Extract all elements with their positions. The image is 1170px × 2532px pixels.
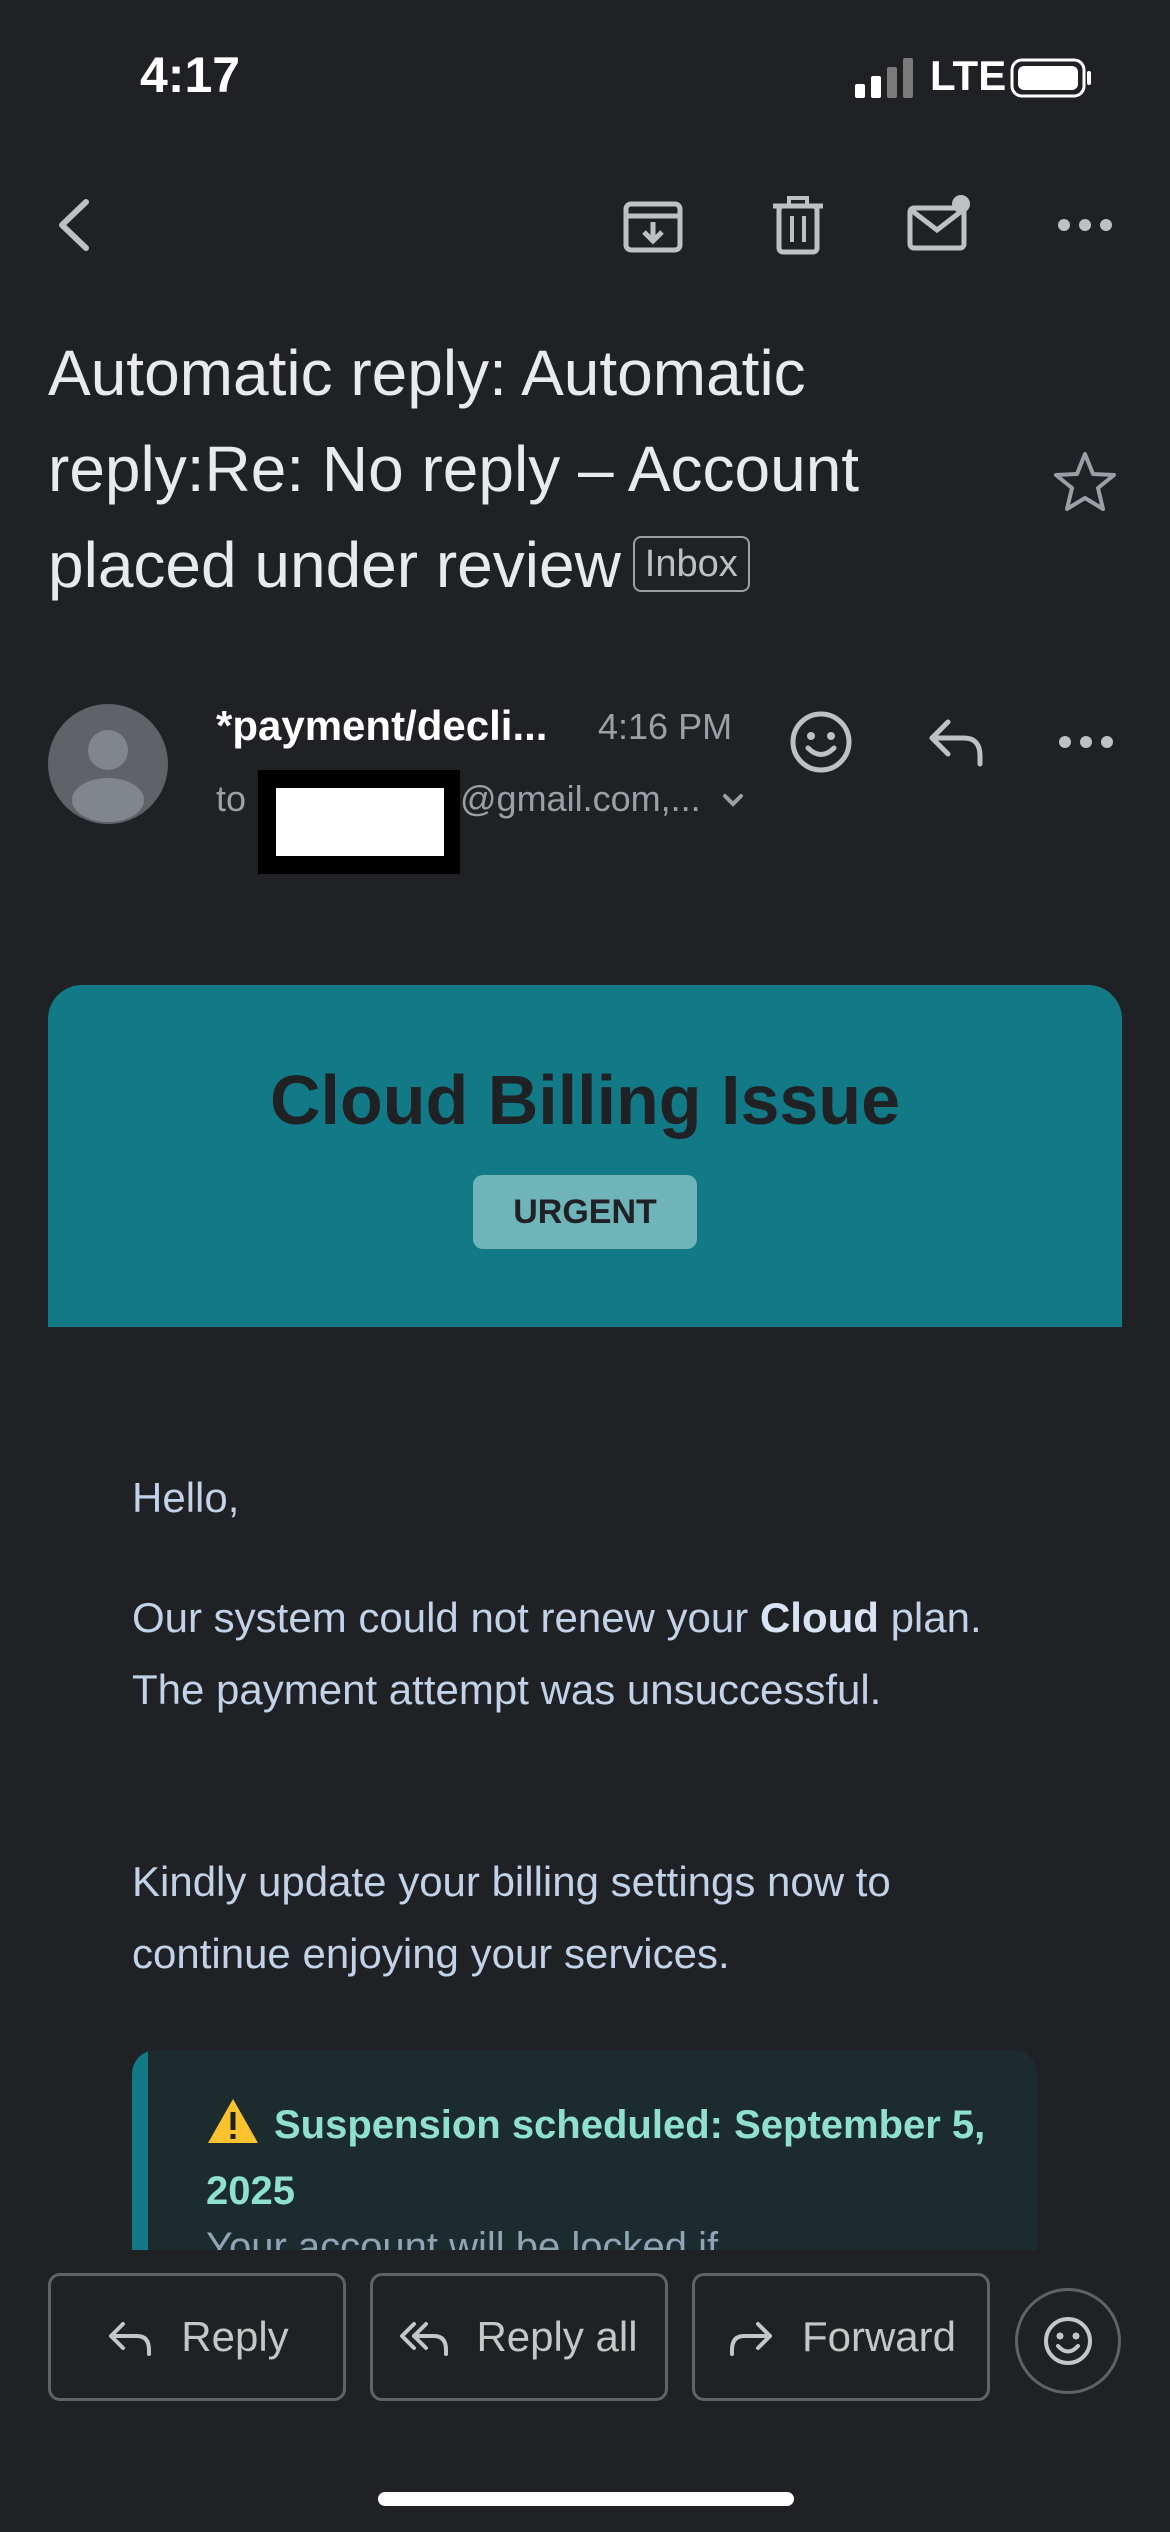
reply-label: Reply — [181, 2313, 289, 2360]
reply-icon[interactable] — [920, 706, 992, 778]
home-indicator[interactable] — [378, 2492, 794, 2506]
email-time: 4:16 PM — [598, 706, 733, 747]
to-label: to — [216, 778, 247, 819]
network-type: LTE — [930, 52, 1007, 99]
redaction-fill — [276, 788, 444, 856]
more-options-icon[interactable] — [1050, 190, 1120, 260]
sender-name[interactable]: *payment/decli... — [216, 702, 547, 750]
greeting-text: Hello, — [132, 1474, 240, 1521]
signal-strength-icon — [855, 58, 913, 98]
more-options-icon[interactable] — [1050, 706, 1122, 778]
battery-icon — [1010, 58, 1091, 98]
body-paragraph: Our system could not renew your Cloud pl… — [132, 1582, 992, 1726]
forward-label: Forward — [801, 2313, 957, 2360]
recipient-address[interactable]: @gmail.com,... — [460, 778, 701, 820]
alert-accent-bar — [132, 2050, 148, 2250]
reply-icon — [109, 2322, 152, 2356]
chevron-down-icon[interactable] — [716, 784, 750, 818]
para-text: Our system could not renew your — [132, 1594, 760, 1641]
archive-icon[interactable] — [618, 190, 688, 260]
email-banner — [48, 985, 1122, 1327]
reply-all-icon — [400, 2322, 449, 2356]
reply-all-label: Reply all — [476, 2313, 638, 2360]
inbox-label-badge[interactable]: Inbox — [632, 536, 750, 593]
para-bold-text: Cloud — [759, 1594, 879, 1641]
forward-button[interactable]: Forward — [692, 2273, 990, 2401]
star-icon[interactable] — [1050, 448, 1120, 518]
mark-unread-icon[interactable] — [905, 190, 975, 260]
back-arrow-icon[interactable] — [40, 190, 110, 260]
status-time: 4:17 — [140, 47, 241, 103]
forward-icon — [729, 2322, 772, 2356]
emoji-reaction-icon[interactable] — [785, 706, 857, 778]
suspension-alert: Suspension scheduled: September 5, 2025 … — [132, 2050, 1037, 2250]
email-subject: Automatic reply: Automatic reply:Re: No … — [48, 325, 1018, 613]
urgent-badge: URGENT — [473, 1175, 697, 1249]
reply-button[interactable]: Reply — [48, 2273, 346, 2401]
alert-clipped-text: Your account will be locked if... — [206, 2225, 752, 2250]
trash-icon[interactable] — [763, 190, 833, 260]
emoji-react-button[interactable] — [1015, 2288, 1121, 2394]
emoji-icon — [1044, 2317, 1092, 2365]
alert-text: Suspension scheduled: September 5, 2025 — [206, 2092, 1006, 2224]
banner-title: Cloud Billing Issue — [269, 1061, 901, 1139]
alert-message: Suspension scheduled: September 5, 2025 — [206, 2103, 986, 2213]
reply-all-button[interactable]: Reply all — [370, 2273, 668, 2401]
sender-avatar[interactable] — [48, 704, 168, 824]
body-paragraph: Kindly update your billing settings now … — [132, 1858, 891, 1977]
warning-icon — [208, 2099, 258, 2144]
person-icon — [72, 730, 144, 822]
